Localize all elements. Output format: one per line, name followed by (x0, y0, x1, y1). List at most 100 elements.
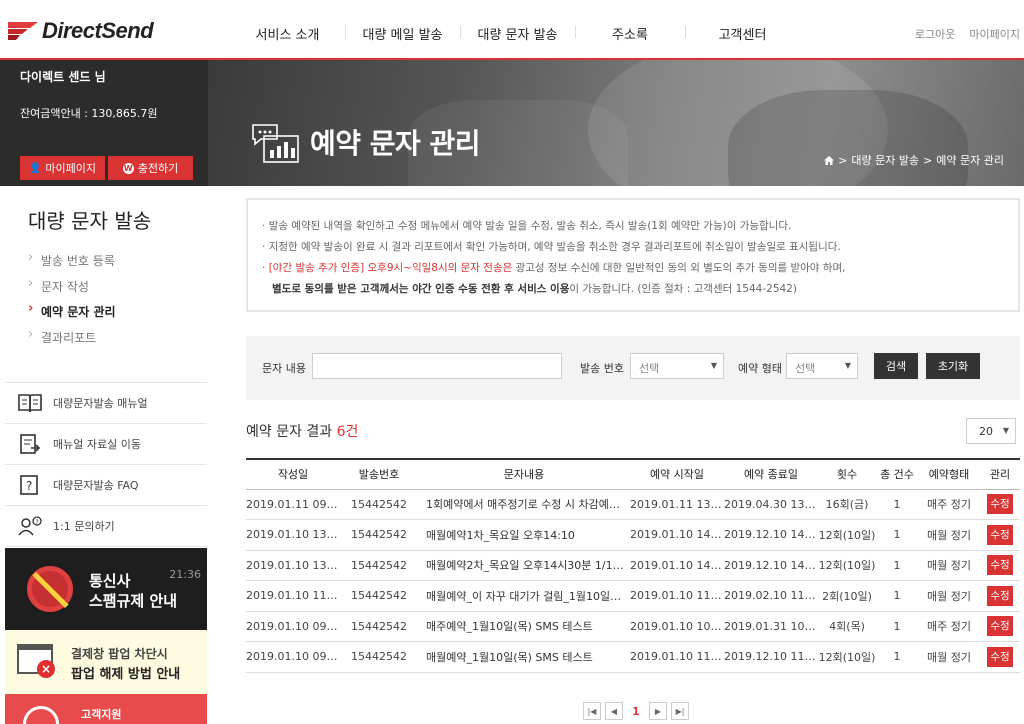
page-number[interactable]: 1 (627, 705, 645, 718)
content-input[interactable] (312, 353, 562, 379)
table-cell: 2019.01.10 14:10 (630, 519, 724, 551)
charge-button[interactable]: W 충전하기 (108, 156, 193, 180)
table-cell: 12회(10일) (818, 519, 876, 551)
sidebar-item-reservation[interactable]: 예약 문자 관리 (28, 301, 116, 329)
nav-service-intro[interactable]: 서비스 소개 (230, 24, 345, 43)
table-cell: 2019.12.10 11:00 (724, 641, 818, 673)
nav-bulk-sms[interactable]: 대량 문자 발송 (460, 24, 575, 43)
first-page-button[interactable]: |◀ (583, 702, 601, 720)
sidebar-menu: 발송 번호 등록 문자 작성 예약 문자 관리 결과리포트 (28, 250, 116, 355)
table-cell: 2019.01.10 09:59 (246, 641, 340, 673)
table-cell: 2019.01.31 10:30 (724, 611, 818, 642)
table-row[interactable]: 2019.01.10 11:04 15442542 매월예약_이 자꾸 대기가 걸림… (246, 580, 1020, 612)
table-cell: 매월예약_1월10일(목) SMS 테스트 (418, 641, 630, 673)
sidebar-link-faq[interactable]: ? 대량문자발송 FAQ (5, 465, 207, 506)
sidebar-link-manual[interactable]: 대량문자발송 매뉴얼 (5, 383, 207, 424)
edit-button[interactable]: 수정 (987, 494, 1013, 515)
popup-guide-banner[interactable]: × 결제창 팝업 차단시 팝업 해제 방법 안내 (5, 630, 207, 694)
table-cell: 매월 정기 (918, 641, 980, 673)
table-cell: 매주 정기 (918, 611, 980, 642)
pagination: |◀ ◀ 1 ▶ ▶| (583, 702, 689, 720)
next-page-button[interactable]: ▶ (649, 702, 667, 720)
user-balance: 잔여금액안내 : 130,865.7원 (20, 107, 158, 120)
logo-text: DirectSend (42, 18, 154, 43)
table-cell: 2회(10일) (818, 580, 876, 612)
table-cell: 12회(10일) (818, 550, 876, 581)
table-cell: 매월예약1차_목요일 오후14:10 (418, 519, 630, 551)
table-cell: 1 (876, 519, 918, 551)
table-row[interactable]: 2019.01.10 09:59 15442542 매월예약_1월10일(목) SM… (246, 641, 1020, 673)
mypage-button[interactable]: 👤 마이페이지 (20, 156, 105, 180)
table-cell: 수정 (980, 519, 1020, 551)
page-hero: 예약 문자 관리 > 대량 문자 발송 > 예약 문자 관리 (208, 60, 1024, 186)
table-cell: 매월예약2차_목요일 오후14시30분 1/10~12/10 (418, 550, 630, 581)
person-icon: 👤 (28, 162, 42, 174)
notice-box: · 발송 예약된 내역을 확인하고 수정 메뉴에서 예약 발송 일을 수정, 발… (246, 198, 1020, 312)
nav-bulk-mail[interactable]: 대량 메일 발송 (345, 24, 460, 43)
table-row[interactable]: 2019.01.11 09:51 15442542 1회예약에서 매주정기로 수정 … (246, 489, 1020, 520)
table-body: 2019.01.11 09:51 15442542 1회예약에서 매주정기로 수정 … (246, 489, 1020, 673)
sidebar-link-inquiry[interactable]: ? 1:1 문의하기 (5, 506, 207, 547)
edit-button[interactable]: 수정 (987, 555, 1013, 576)
table-cell: 16회(금) (818, 489, 876, 520)
nav-customer-center[interactable]: 고객센터 (685, 24, 800, 43)
nav-address-book[interactable]: 주소록 (575, 24, 685, 43)
table-cell: 15442542 (340, 550, 418, 581)
support-banner-label: 고객지원 (81, 708, 122, 721)
breadcrumb-separator: > (838, 153, 848, 167)
faq-icon: ? (20, 475, 38, 495)
header: DirectSend 서비스 소개 대량 메일 발송 대량 문자 발송 주소록 … (0, 0, 1024, 60)
last-page-button[interactable]: ▶| (671, 702, 689, 720)
sidebar-title: 대량 문자 발송 (28, 209, 152, 233)
table-cell: 2019.01.10 13:56 (246, 550, 340, 581)
spam-banner-line1: 통신사 (89, 572, 131, 590)
logout-link[interactable]: 로그아웃 (915, 26, 955, 42)
table-row[interactable]: 2019.01.10 09:59 15442542 매주예약_1월10일(목) SM… (246, 611, 1020, 642)
table-cell: 매월예약_이 자꾸 대기가 걸림_1월10일~2월10… (418, 580, 630, 612)
column-header: 횟수 (818, 458, 876, 490)
support-banner[interactable]: 고객지원 (5, 694, 207, 724)
number-select[interactable]: 선택 (630, 353, 724, 379)
table-cell: 매주예약_1월10일(목) SMS 테스트 (418, 611, 630, 642)
sidebar-link-archive-label: 매뉴얼 자료실 이동 (53, 438, 141, 451)
table-cell: 2019.12.10 14:10 (724, 519, 818, 551)
table-cell: 2019.01.10 11:15 (630, 580, 724, 612)
edit-button[interactable]: 수정 (987, 646, 1013, 667)
table-cell: 2019.01.10 09:59 (246, 611, 340, 642)
sidebar-item-report[interactable]: 결과리포트 (28, 327, 116, 355)
table-cell: 2019.01.11 13:00 (630, 489, 724, 520)
sidebar-item-compose[interactable]: 문자 작성 (28, 276, 116, 304)
reset-button[interactable]: 초기화 (926, 353, 980, 379)
edit-button[interactable]: 수정 (987, 524, 1013, 545)
notice-line-text: 이 가능합니다. (인증 절차 : 고객센터 1544-2542) (569, 283, 797, 295)
notice-line-text: 지정한 예약 발송이 완료 시 결과 리포트에서 확인 가능하며, 예약 발송을… (268, 241, 841, 253)
table-cell: 수정 (980, 580, 1020, 612)
table-row[interactable]: 2019.01.10 13:56 15442542 매월예약1차_목요일 오후14:… (246, 519, 1020, 551)
reservation-table: 작성일 발송번호 문자내용 예약 시작일 예약 종료일 횟수 총 건수 예약형태 관리 2019… (246, 458, 1020, 673)
prev-page-button[interactable]: ◀ (605, 702, 623, 720)
home-icon[interactable] (824, 155, 835, 165)
hero-bg-shape (728, 90, 968, 186)
sidebar-item-register-number[interactable]: 발송 번호 등록 (28, 250, 116, 278)
mypage-link[interactable]: 마이페이지 (969, 26, 1020, 42)
sidebar-link-archive[interactable]: 매뉴얼 자료실 이동 (5, 424, 207, 465)
notice-line-text: 별도로 동의를 받은 고객께서는 (272, 283, 413, 295)
page-size-select[interactable]: 20 (966, 418, 1016, 444)
type-select[interactable]: 선택 (786, 353, 858, 379)
table-cell: 수정 (980, 641, 1020, 673)
logo[interactable]: DirectSend (8, 18, 154, 43)
search-panel: 문자 내용 발송 번호 선택 예약 형태 선택 검색 초기화 (246, 336, 1020, 400)
manual-icon (18, 394, 42, 413)
notice-line: 별도로 동의를 받은 고객께서는 야간 인증 수동 전환 후 서비스 이용이 가… (262, 279, 1018, 300)
table-row[interactable]: 2019.01.10 13:56 15442542 매월예약2차_목요일 오후14시… (246, 550, 1020, 581)
search-button[interactable]: 검색 (874, 353, 918, 379)
logo-mark-icon (8, 22, 38, 40)
table-cell: 15442542 (340, 611, 418, 642)
table-cell: 수정 (980, 611, 1020, 642)
breadcrumb-item[interactable]: 대량 문자 발송 (851, 152, 919, 168)
edit-button[interactable]: 수정 (987, 616, 1013, 637)
support-icon (23, 706, 59, 724)
table-cell: 매주 정기 (918, 489, 980, 520)
spam-policy-banner[interactable]: 통신사 스팸규제 안내 21:36 (5, 548, 207, 630)
edit-button[interactable]: 수정 (987, 585, 1013, 606)
